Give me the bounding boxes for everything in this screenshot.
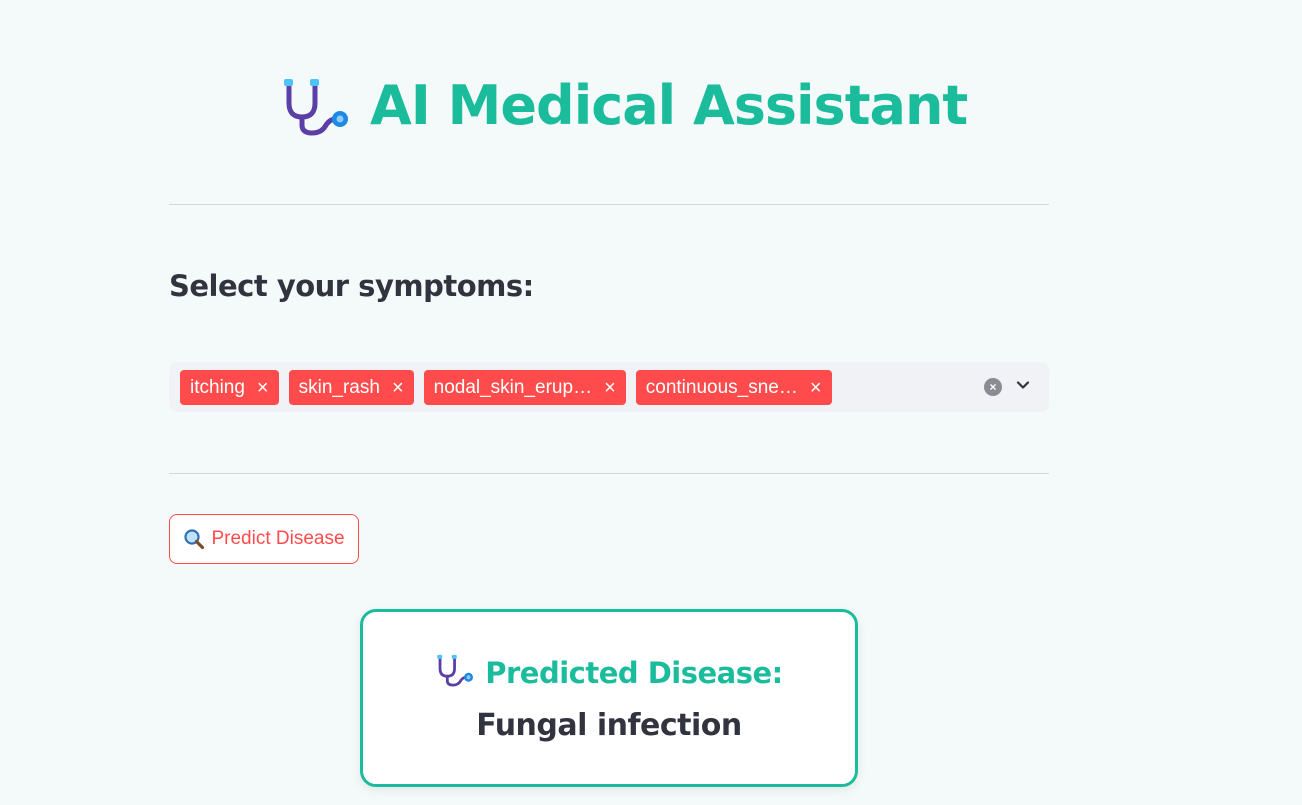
symptom-tag[interactable]: nodal_skin_erup… × xyxy=(423,370,626,405)
chevron-down-icon[interactable] xyxy=(1015,377,1031,393)
symptom-tag[interactable]: skin_rash × xyxy=(288,370,414,405)
prediction-result-card: Predicted Disease: Fungal infection xyxy=(360,609,858,787)
predicted-disease-value: Fungal infection xyxy=(476,708,742,743)
remove-tag-icon[interactable]: × xyxy=(257,378,269,398)
result-heading-label: Predicted Disease: xyxy=(485,655,783,690)
tag-label: nodal_skin_erup… xyxy=(433,376,593,398)
stethoscope-icon xyxy=(280,75,348,137)
app-header: AI Medical Assistant xyxy=(280,70,968,142)
symptoms-multiselect[interactable]: itching × skin_rash × nodal_skin_erup… ×… xyxy=(169,362,1049,412)
clear-all-icon[interactable]: × xyxy=(984,378,1002,396)
divider xyxy=(169,473,1049,474)
remove-tag-icon[interactable]: × xyxy=(604,378,616,398)
symptom-tag[interactable]: itching × xyxy=(180,370,279,405)
tag-label: itching xyxy=(190,376,245,398)
symptom-tag[interactable]: continuous_sne… × xyxy=(635,370,832,405)
page-title: AI Medical Assistant xyxy=(370,74,968,137)
symptoms-label: Select your symptoms: xyxy=(169,269,534,303)
predict-button-label: Predict Disease xyxy=(211,528,345,549)
app-page: AI Medical Assistant Select your symptom… xyxy=(0,0,1302,805)
tag-label: skin_rash xyxy=(298,376,380,398)
result-heading: Predicted Disease: xyxy=(363,652,855,693)
selected-tags: itching × skin_rash × nodal_skin_erup… ×… xyxy=(180,370,832,405)
magnifier-icon xyxy=(183,528,205,550)
remove-tag-icon[interactable]: × xyxy=(392,378,404,398)
stethoscope-icon xyxy=(435,652,474,693)
predict-disease-button[interactable]: Predict Disease xyxy=(169,514,359,564)
remove-tag-icon[interactable]: × xyxy=(810,378,822,398)
divider xyxy=(169,204,1049,205)
tag-label: continuous_sne… xyxy=(645,376,798,398)
